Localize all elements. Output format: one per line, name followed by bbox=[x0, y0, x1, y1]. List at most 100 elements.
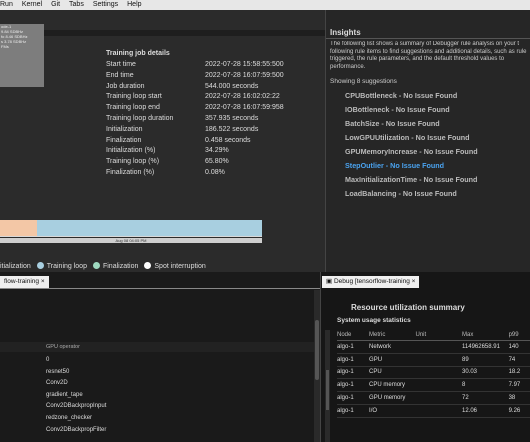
table-row: algo-1 Network 114962658.91 140 bbox=[337, 340, 530, 354]
tab-flow-training[interactable]: flow-training × bbox=[0, 276, 49, 288]
resource-header-row: Node Metric Unit Max p99 bbox=[337, 330, 530, 341]
panel-strip bbox=[0, 30, 325, 36]
detail-key: Training loop (%) bbox=[106, 158, 160, 166]
table-cell: algo-1 bbox=[337, 353, 370, 367]
timeline-bar bbox=[0, 220, 262, 236]
table-cell: GPU bbox=[369, 353, 416, 367]
timeline-legend: itialization Training loop Finalization Spo… bbox=[0, 262, 206, 270]
table-cell: CPU memory bbox=[369, 378, 416, 393]
detail-row: Finalization (%) 0.08% bbox=[106, 168, 284, 179]
table-cell bbox=[415, 378, 462, 393]
table-cell: 72 bbox=[462, 391, 509, 405]
close-icon[interactable]: × bbox=[41, 278, 45, 285]
detail-value: 186.522 seconds bbox=[205, 125, 259, 133]
gpu-operator-row: redzone_checker bbox=[46, 414, 93, 421]
suggestion-item[interactable]: BatchSize - No Issue Found bbox=[345, 117, 478, 131]
suggestion-item[interactable]: CPUBottleneck - No Issue Found bbox=[345, 89, 478, 103]
table-cell: CPU bbox=[369, 366, 416, 380]
menu-settings[interactable]: Settings bbox=[93, 0, 118, 10]
details-header: Training job details bbox=[106, 50, 170, 57]
detail-row: Training loop duration 357.935 seconds bbox=[106, 114, 284, 125]
detail-key: Finalization (%) bbox=[106, 168, 155, 176]
resource-title: Resource utilization summary bbox=[351, 303, 465, 312]
table-cell: 30.03 bbox=[462, 366, 509, 380]
menu-kernel[interactable]: Kernel bbox=[22, 0, 42, 10]
detail-row: Initialization 186.522 seconds bbox=[106, 125, 284, 136]
tab-label: Debug [tensorflow-training bbox=[333, 278, 410, 285]
column-header: Unit bbox=[415, 330, 462, 341]
table-row: algo-1 CPU 30.03 18.2 bbox=[337, 366, 530, 380]
suggestion-item[interactable]: LoadBalancing - No Issue Found bbox=[345, 187, 478, 201]
system-usage-title: System usage statistics bbox=[337, 317, 411, 324]
scrollbar-thumb[interactable] bbox=[326, 370, 329, 410]
suggestion-item[interactable]: StepOutlier - No Issue Found bbox=[345, 159, 478, 173]
column-header: Node bbox=[337, 330, 370, 341]
detail-row: Training loop start 2022-07-28 16:02:02:2… bbox=[106, 92, 284, 103]
suggestion-item[interactable]: GPUMemoryIncrease - No Issue Found bbox=[345, 145, 478, 159]
tab-debug[interactable]: ▣ Debug [tensorflow-training × bbox=[322, 276, 420, 288]
table-cell: 7.97 bbox=[508, 378, 530, 393]
table-row: algo-1 CPU memory 8 7.97 bbox=[337, 378, 530, 393]
table-cell: GPU memory bbox=[369, 391, 416, 405]
gpu-operator-row: 0 bbox=[46, 357, 50, 363]
suggestions-list: CPUBottleneck - No Issue Found IOBottlene… bbox=[345, 89, 478, 201]
detail-key: End time bbox=[106, 71, 134, 79]
detail-key: Training loop duration bbox=[106, 114, 174, 122]
detail-value: 65.80% bbox=[205, 158, 229, 166]
menu-run[interactable]: Run bbox=[0, 0, 13, 10]
detail-value: 2022-07-28 16:07:59:500 bbox=[205, 71, 284, 79]
suggestion-item[interactable]: IOBottleneck - No Issue Found bbox=[345, 103, 478, 117]
scrollbar-thumb[interactable] bbox=[315, 320, 319, 380]
menu-git[interactable]: Git bbox=[51, 0, 60, 10]
table-cell bbox=[415, 391, 462, 405]
gpu-operator-row: resnet50 bbox=[46, 368, 70, 375]
table-cell: 74 bbox=[508, 353, 530, 367]
close-icon[interactable]: × bbox=[412, 278, 416, 285]
detail-row: End time 2022-07-28 16:07:59:500 bbox=[106, 71, 284, 82]
table-cell bbox=[415, 340, 462, 354]
column-header: Metric bbox=[369, 330, 416, 341]
detail-key: Finalization bbox=[106, 136, 142, 144]
table-cell: 140 bbox=[508, 340, 530, 354]
suggestion-item[interactable]: MaxInitializationTime - No Issue Found bbox=[345, 173, 478, 187]
insights-divider bbox=[326, 38, 530, 39]
gpu-table-header: GPU operator bbox=[0, 342, 320, 352]
gpu-operator-list: 0 resnet50 Conv2D gradient_tape Conv2DBackpr… bbox=[46, 355, 106, 436]
table-row: algo-1 GPU memory 72 38 bbox=[337, 391, 530, 405]
tab-label: flow-training bbox=[4, 278, 40, 285]
table-cell: 114962658.91 bbox=[462, 340, 509, 354]
detail-row: Start time 2022-07-28 15:58:55:500 bbox=[106, 60, 284, 71]
table-cell: algo-1 bbox=[337, 391, 370, 405]
gpu-operator-header: GPU operator bbox=[46, 344, 80, 350]
detail-value: 2022-07-28 16:02:02:22 bbox=[205, 93, 280, 101]
detail-row: Initialization (%) 34.29% bbox=[106, 146, 284, 157]
menu-help[interactable]: Help bbox=[127, 0, 141, 10]
detail-value: 0.458 seconds bbox=[205, 136, 251, 144]
table-cell: algo-1 bbox=[337, 378, 370, 393]
legend-dot-icon bbox=[144, 262, 152, 269]
debug-scrollbar[interactable] bbox=[325, 330, 330, 442]
column-header: Max bbox=[462, 330, 509, 341]
table-cell: algo-1 bbox=[337, 404, 370, 418]
menu-tabs[interactable]: Tabs bbox=[69, 0, 84, 10]
legend-item: Finalization bbox=[92, 262, 138, 270]
insights-title: Insights bbox=[330, 28, 361, 37]
debug-panel: Resource utilization summary System usag… bbox=[320, 272, 530, 442]
detail-value: 2022-07-28 15:58:55:500 bbox=[205, 61, 284, 68]
suggestion-item[interactable]: LowGPUUtilization - No Issue Found bbox=[345, 131, 478, 145]
table-cell: 18.2 bbox=[508, 366, 530, 380]
detail-value: 544.000 seconds bbox=[205, 82, 259, 90]
detail-key: Training loop start bbox=[106, 93, 162, 101]
legend-item: Spot interruption bbox=[144, 262, 206, 270]
detail-key: Initialization bbox=[106, 125, 143, 133]
legend-label: Spot interruption bbox=[154, 263, 206, 270]
timeline-initialization-segment bbox=[0, 220, 38, 236]
detail-value: 357.935 seconds bbox=[205, 114, 259, 122]
detail-value: 2022-07-28 16:07:59:958 bbox=[205, 104, 284, 112]
table-cell: 38 bbox=[508, 391, 530, 405]
plot-thumbnail: ode-1 9.84 SDBHz fo 8.46 SDBHz s 3.78 SD… bbox=[0, 24, 44, 87]
table-cell bbox=[415, 366, 462, 380]
insights-description: The following list shows a summary of De… bbox=[330, 41, 527, 70]
gpu-operator-row: gradient_tape bbox=[46, 391, 83, 398]
debug-icon: ▣ bbox=[326, 278, 334, 285]
